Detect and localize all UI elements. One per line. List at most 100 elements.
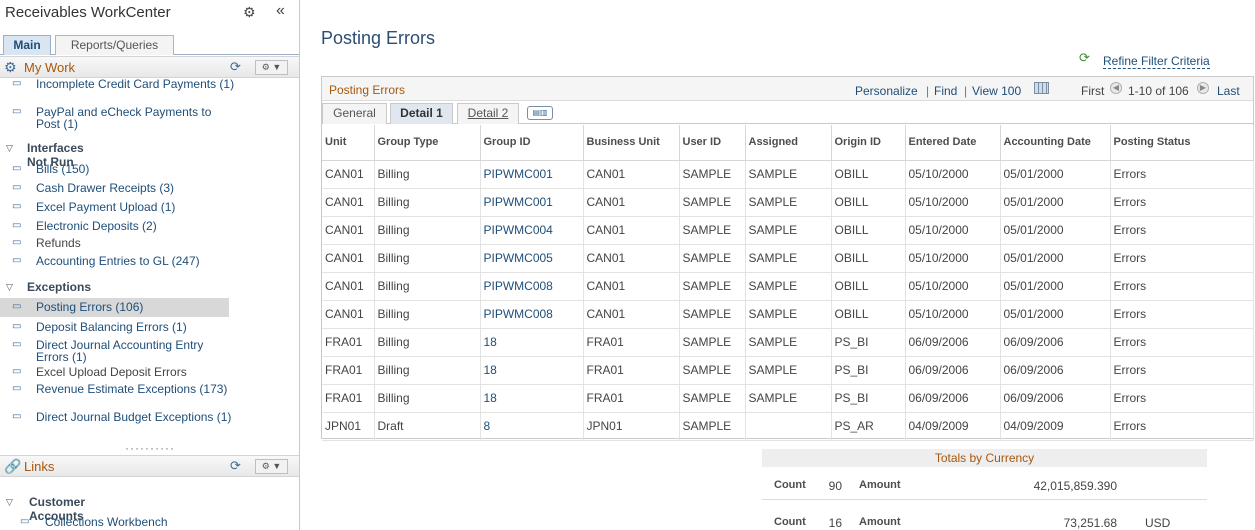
group-id-link[interactable]: PIPWMC004 xyxy=(480,216,584,245)
sidebar-item-label[interactable]: Collections Workbench xyxy=(45,516,245,528)
show-all-columns-icon[interactable]: ▤▥ xyxy=(527,106,553,120)
refresh-icon[interactable]: ⟳ xyxy=(230,459,241,473)
sidebar-item-dj-budget-exceptions[interactable]: ▭ Direct Journal Budget Exceptions (1) xyxy=(0,411,299,437)
column-header[interactable]: Group Type xyxy=(374,125,481,161)
sidebar-item-label[interactable]: Posting Errors (106) xyxy=(36,301,236,313)
sidebar-item-label[interactable]: Accounting Entries to GL (247) xyxy=(36,255,236,267)
column-header[interactable]: Posting Status xyxy=(1110,125,1254,161)
sidebar-item-revenue-estimate[interactable]: ▭ Revenue Estimate Exceptions (173) xyxy=(0,383,299,409)
sidebar-item-label[interactable]: PayPal and eCheck Payments to Post (1) xyxy=(36,106,236,130)
group-id-link[interactable]: 18 xyxy=(480,328,584,357)
link-page-icon: ▭ xyxy=(12,255,22,266)
table-row: CAN01 Billing PIPWMC001 CAN01 SAMPLE SAMPLE OB… xyxy=(322,188,1254,217)
column-header[interactable]: Origin ID xyxy=(831,125,906,161)
table-cell: OBILL xyxy=(831,272,906,301)
table-cell: Billing xyxy=(374,384,481,413)
sidebar-item-incomplete-cc-payments[interactable]: ▭ Incomplete Credit Card Payments (1) xyxy=(0,78,299,104)
sidebar-item-label[interactable]: Cash Drawer Receipts (3) xyxy=(36,182,236,194)
view-100-link[interactable]: View 100 xyxy=(972,84,1021,98)
sidebar-item-dj-accounting-errors[interactable]: ▭ Direct Journal Accounting Entry Errors… xyxy=(0,339,299,365)
first-label: First xyxy=(1081,84,1105,98)
table-cell: CAN01 xyxy=(583,216,680,245)
table-cell: PS_BI xyxy=(831,356,906,385)
table-cell: FRA01 xyxy=(322,356,375,385)
table-cell: OBILL xyxy=(831,244,906,273)
group-id-link[interactable]: PIPWMC005 xyxy=(480,244,584,273)
group-id-link[interactable]: 8 xyxy=(480,412,584,441)
links-section-header[interactable]: 🔗 Links ⟳ ⚙ ▼ xyxy=(0,455,299,477)
tab-detail-2[interactable]: Detail 2 xyxy=(457,103,519,124)
expand-triangle-icon[interactable]: ▽ xyxy=(6,282,13,293)
next-icon[interactable]: ▶ xyxy=(1197,82,1209,94)
last-link[interactable]: Last xyxy=(1217,84,1240,98)
column-header[interactable]: User ID xyxy=(679,125,746,161)
sidebar-item-bills[interactable]: ▭ Bills (150) xyxy=(0,163,299,177)
personalize-link[interactable]: Personalize xyxy=(855,84,918,98)
refine-filter-link[interactable]: Refine Filter Criteria xyxy=(1103,54,1210,69)
find-link[interactable]: Find xyxy=(934,84,957,98)
table-row: FRA01 Billing 18 FRA01 SAMPLE SAMPLE PS_BI 06/0… xyxy=(322,384,1254,413)
sidebar-item-refunds: ▭ Refunds xyxy=(0,237,299,251)
column-header[interactable]: Entered Date xyxy=(905,125,1001,161)
table-cell: FRA01 xyxy=(583,356,680,385)
refresh-icon[interactable]: ⟳ xyxy=(230,60,241,74)
group-id-link[interactable]: PIPWMC008 xyxy=(480,300,584,329)
column-header[interactable]: Unit xyxy=(322,125,375,161)
collapse-pane-icon[interactable]: « xyxy=(276,2,290,20)
group-id-link[interactable]: 18 xyxy=(480,356,584,385)
my-work-section-header[interactable]: ⚙ My Work ⟳ ⚙ ▼ xyxy=(0,56,299,78)
sidebar-item-label[interactable]: Deposit Balancing Errors (1) xyxy=(36,321,236,333)
link-page-icon: ▭ xyxy=(12,220,22,231)
expand-triangle-icon[interactable]: ▽ xyxy=(6,497,13,508)
table-cell: CAN01 xyxy=(583,188,680,217)
tab-detail-1[interactable]: Detail 1 xyxy=(390,103,453,124)
sidebar-item-label[interactable]: Incomplete Credit Card Payments (1) xyxy=(36,78,236,90)
sidebar-item-label[interactable]: Direct Journal Accounting Entry Errors (… xyxy=(36,339,236,363)
tab-main[interactable]: Main xyxy=(3,35,51,55)
posting-errors-grid: Posting Errors Personalize | Find | View… xyxy=(321,76,1254,441)
table-cell: 05/01/2000 xyxy=(1000,188,1111,217)
group-id-link[interactable]: PIPWMC008 xyxy=(480,272,584,301)
table-cell: Billing xyxy=(374,216,481,245)
download-spreadsheet-icon[interactable] xyxy=(1034,82,1049,94)
count-value: 90 xyxy=(828,479,842,493)
sidebar-item-label[interactable]: Excel Payment Upload (1) xyxy=(36,201,236,213)
group-id-link[interactable]: PIPWMC001 xyxy=(480,160,584,189)
column-header[interactable]: Assigned xyxy=(745,125,832,161)
sidebar-item-label[interactable]: Electronic Deposits (2) xyxy=(36,220,236,232)
expand-triangle-icon[interactable]: ▽ xyxy=(6,143,13,154)
pane-tabs: Main Reports/Queries xyxy=(0,34,299,55)
table-cell: SAMPLE xyxy=(745,244,832,273)
column-header[interactable]: Business Unit xyxy=(583,125,680,161)
refresh-green-icon[interactable]: ⟳ xyxy=(1079,50,1090,66)
resize-handle[interactable]: ·········· xyxy=(125,442,175,454)
sidebar-item-paypal-echeck[interactable]: ▭ PayPal and eCheck Payments to Post (1) xyxy=(0,106,299,132)
sidebar-item-accounting-entries[interactable]: ▭ Accounting Entries to GL (247) xyxy=(0,255,299,269)
workcenter-pane: Receivables WorkCenter ⚙ « Main Reports/… xyxy=(0,0,300,530)
link-page-icon: ▭ xyxy=(12,321,22,332)
sidebar-item-label[interactable]: Revenue Estimate Exceptions (173) xyxy=(36,383,236,395)
table-cell: Errors xyxy=(1110,300,1254,329)
table-cell: 05/01/2000 xyxy=(1000,216,1111,245)
previous-icon[interactable]: ◀ xyxy=(1110,82,1122,94)
table-cell: 06/09/2006 xyxy=(1000,384,1111,413)
group-id-link[interactable]: PIPWMC001 xyxy=(480,188,584,217)
tab-general[interactable]: General xyxy=(322,103,387,124)
table-cell: 05/01/2000 xyxy=(1000,160,1111,189)
sidebar-item-posting-errors[interactable]: ▭ Posting Errors (106) xyxy=(0,298,229,317)
sidebar-item-deposit-balancing[interactable]: ▭ Deposit Balancing Errors (1) xyxy=(0,321,299,335)
column-header[interactable]: Accounting Date xyxy=(1000,125,1111,161)
sidebar-item-electronic-deposits[interactable]: ▭ Electronic Deposits (2) xyxy=(0,220,299,234)
section-menu-button[interactable]: ⚙ ▼ xyxy=(255,60,288,75)
table-cell: 04/09/2009 xyxy=(905,412,1001,441)
gear-icon[interactable]: ⚙ xyxy=(243,4,257,20)
sidebar-item-cash-drawer[interactable]: ▭ Cash Drawer Receipts (3) xyxy=(0,182,299,196)
sidebar-item-label[interactable]: Bills (150) xyxy=(36,163,236,175)
sidebar-item-excel-payment-upload[interactable]: ▭ Excel Payment Upload (1) xyxy=(0,201,299,215)
section-menu-button[interactable]: ⚙ ▼ xyxy=(255,459,288,474)
group-id-link[interactable]: 18 xyxy=(480,384,584,413)
tab-reports-queries[interactable]: Reports/Queries xyxy=(55,35,174,55)
sidebar-item-label[interactable]: Direct Journal Budget Exceptions (1) xyxy=(36,411,236,423)
sidebar-item-collections-workbench[interactable]: ▭ Collections Workbench xyxy=(0,516,299,530)
column-header[interactable]: Group ID xyxy=(480,125,584,161)
